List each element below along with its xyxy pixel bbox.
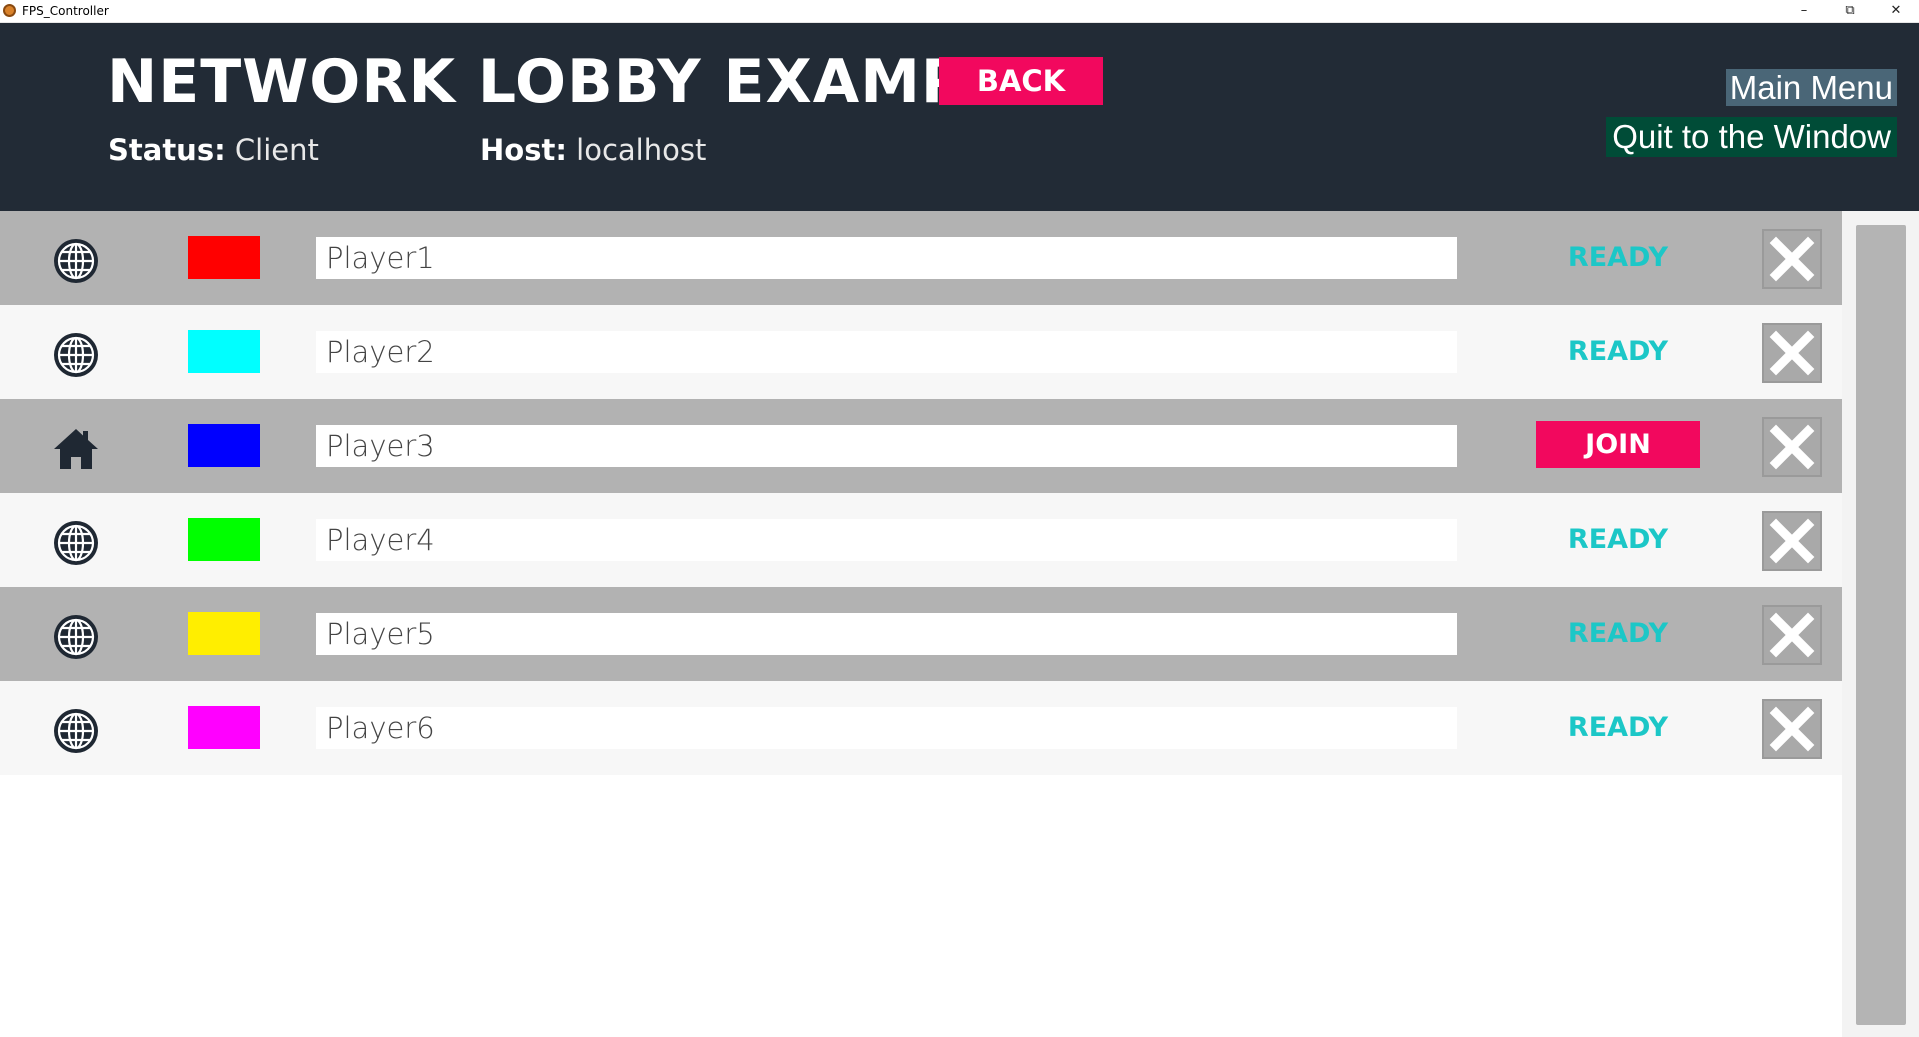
ready-status[interactable]: READY <box>1536 707 1700 749</box>
player-row: READY <box>0 305 1842 399</box>
remove-player-button[interactable] <box>1762 417 1822 477</box>
ready-status[interactable]: READY <box>1536 519 1700 561</box>
remove-player-button[interactable] <box>1762 229 1822 289</box>
player-color-swatch[interactable] <box>188 706 260 749</box>
globe-icon <box>52 237 100 285</box>
player-name-field[interactable] <box>316 237 1457 279</box>
quit-button[interactable]: Quit to the Window <box>1606 117 1897 157</box>
close-window-button[interactable]: ✕ <box>1873 0 1919 23</box>
scrollbar-track[interactable] <box>1842 211 1919 1037</box>
close-icon <box>1764 518 1820 573</box>
host-label: Host: <box>480 133 567 167</box>
host-info: Host: localhost <box>480 133 706 167</box>
ready-status[interactable]: READY <box>1536 331 1700 373</box>
player-color-swatch[interactable] <box>188 236 260 279</box>
close-icon <box>1764 424 1820 479</box>
window-titlebar: FPS_Controller – ⧉ ✕ <box>0 0 1919 23</box>
player-list: READY READY JOIN READY READY READY <box>0 211 1842 775</box>
lobby-header: NETWORK LOBBY EXAMPLE BACK Status: Clien… <box>0 23 1919 211</box>
host-value: localhost <box>576 133 707 167</box>
player-row: READY <box>0 493 1842 587</box>
close-icon <box>1764 236 1820 291</box>
status-info: Status: Client <box>108 133 319 167</box>
player-name-field[interactable] <box>316 331 1457 373</box>
status-label: Status: <box>108 133 226 167</box>
player-row: READY <box>0 681 1842 775</box>
ready-status[interactable]: READY <box>1536 237 1700 279</box>
remove-player-button[interactable] <box>1762 323 1822 383</box>
player-color-swatch[interactable] <box>188 424 260 467</box>
main-menu-button[interactable]: Main Menu <box>1725 69 1897 106</box>
player-name-field[interactable] <box>316 425 1457 467</box>
remove-player-button[interactable] <box>1762 699 1822 759</box>
player-color-swatch[interactable] <box>188 518 260 561</box>
player-name-field[interactable] <box>316 613 1457 655</box>
back-button[interactable]: BACK <box>939 57 1103 105</box>
home-icon <box>52 425 100 473</box>
player-row: JOIN <box>0 399 1842 493</box>
restore-button[interactable]: ⧉ <box>1827 0 1873 23</box>
globe-icon <box>52 707 100 755</box>
close-icon <box>1764 706 1820 761</box>
player-color-swatch[interactable] <box>188 612 260 655</box>
minimize-button[interactable]: – <box>1781 0 1827 23</box>
remove-player-button[interactable] <box>1762 605 1822 665</box>
close-icon <box>1764 612 1820 667</box>
ready-status[interactable]: READY <box>1536 613 1700 655</box>
page-title: NETWORK LOBBY EXAMPLE <box>107 47 1048 117</box>
window-title: FPS_Controller <box>22 4 109 18</box>
globe-icon <box>52 613 100 661</box>
join-button[interactable]: JOIN <box>1536 421 1700 468</box>
scrollbar-thumb[interactable] <box>1856 225 1906 1025</box>
player-row: READY <box>0 211 1842 305</box>
app-icon <box>3 4 16 17</box>
remove-player-button[interactable] <box>1762 511 1822 571</box>
status-value: Client <box>234 133 319 167</box>
player-name-field[interactable] <box>316 707 1457 749</box>
globe-icon <box>52 331 100 379</box>
player-color-swatch[interactable] <box>188 330 260 373</box>
globe-icon <box>52 519 100 567</box>
close-icon <box>1764 330 1820 385</box>
player-row: READY <box>0 587 1842 681</box>
player-name-field[interactable] <box>316 519 1457 561</box>
